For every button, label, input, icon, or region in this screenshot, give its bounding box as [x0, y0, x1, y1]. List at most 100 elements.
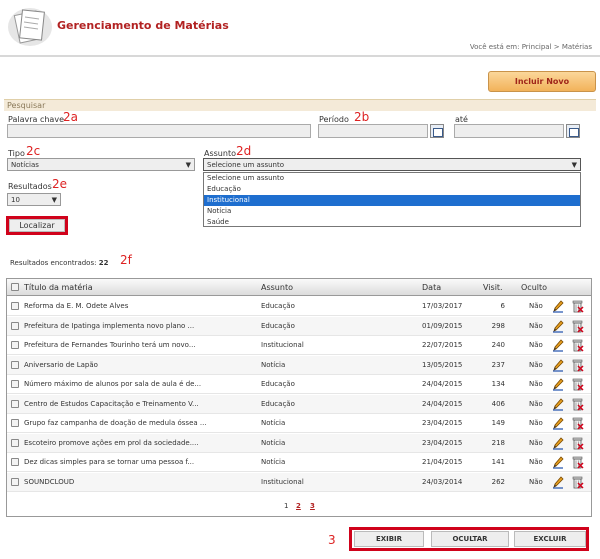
find-button[interactable]: Localizar	[9, 219, 65, 232]
row-checkbox[interactable]	[11, 419, 19, 427]
pencil-icon[interactable]	[552, 377, 564, 391]
table-row[interactable]: Prefeitura de Ipatinga implementa novo p…	[7, 316, 591, 336]
row-date: 22/07/2015	[422, 341, 463, 349]
pencil-icon[interactable]	[552, 436, 564, 450]
trash-icon[interactable]	[572, 358, 584, 372]
table-row[interactable]: Dez dicas simples para se tornar uma pes…	[7, 453, 591, 472]
trash-icon[interactable]	[572, 436, 584, 450]
pencil-icon[interactable]	[552, 299, 564, 313]
table-row[interactable]: SOUNDCLOUD Institucional 24/03/2014 262 Não	[7, 472, 591, 492]
page-link[interactable]: 2	[296, 502, 301, 510]
row-checkbox[interactable]	[11, 321, 19, 330]
page-link[interactable]: 3	[310, 502, 315, 510]
column-hidden[interactable]: Oculto	[521, 283, 547, 292]
row-hidden: Não	[529, 302, 543, 310]
results-count-label: Resultados encontrados:	[10, 259, 97, 267]
row-subject: Educação	[261, 380, 295, 388]
row-checkbox[interactable]	[11, 360, 19, 369]
results-table: Título da matéria Assunto Data Visit. Oc…	[6, 278, 592, 517]
column-subject[interactable]: Assunto	[261, 283, 293, 292]
column-title[interactable]: Título da matéria	[24, 283, 93, 292]
column-date[interactable]: Data	[422, 283, 441, 292]
row-hidden: Não	[529, 419, 543, 427]
table-row[interactable]: Escoteiro promove ações em prol da socie…	[7, 433, 591, 453]
trash-icon[interactable]	[572, 416, 584, 430]
trash-icon[interactable]	[572, 338, 584, 352]
row-title[interactable]: Escoteiro promove ações em prol da socie…	[24, 439, 199, 447]
documents-icon	[6, 3, 54, 47]
row-visits: 262	[491, 477, 505, 486]
row-visits: 134	[491, 380, 505, 388]
row-visits: 218	[491, 438, 505, 447]
row-subject: Notícia	[261, 419, 286, 427]
row-visits: 149	[491, 419, 505, 427]
trash-icon[interactable]	[572, 455, 584, 469]
row-checkbox[interactable]	[11, 380, 19, 388]
subject-select[interactable]: Selecione um assunto ▼	[203, 158, 581, 171]
trash-icon[interactable]	[572, 299, 584, 313]
row-title[interactable]: Reforma da E. M. Odete Alves	[24, 302, 128, 310]
delete-button[interactable]: EXCLUIR	[514, 531, 586, 547]
row-checkbox[interactable]	[11, 477, 19, 486]
pencil-icon[interactable]	[552, 319, 564, 333]
subject-option[interactable]: Notícia	[204, 206, 580, 217]
trash-icon[interactable]	[572, 397, 584, 411]
trash-icon[interactable]	[572, 377, 584, 391]
breadcrumb: Você está em: Principal > Matérias	[469, 43, 592, 51]
annotation-3: 3	[328, 533, 336, 547]
row-title[interactable]: Centro de Estudos Capacitação e Treiname…	[24, 400, 199, 408]
row-hidden: Não	[529, 438, 543, 447]
period-start-input[interactable]	[318, 124, 428, 138]
table-row[interactable]: Reforma da E. M. Odete Alves Educação 17/0…	[7, 297, 591, 316]
chevron-down-icon: ▼	[51, 196, 57, 204]
pencil-icon[interactable]	[552, 416, 564, 430]
subject-label: Assunto	[204, 149, 236, 158]
pencil-icon[interactable]	[552, 397, 564, 411]
trash-icon[interactable]	[572, 475, 584, 489]
pencil-icon[interactable]	[552, 358, 564, 372]
table-row[interactable]: Grupo faz campanha de doação de medula ó…	[7, 414, 591, 433]
pencil-icon[interactable]	[552, 475, 564, 489]
row-checkbox[interactable]	[11, 458, 19, 466]
row-title[interactable]: Prefeitura de Ipatinga implementa novo p…	[24, 322, 194, 330]
period-end-input[interactable]	[454, 124, 564, 138]
table-row[interactable]: Número máximo de alunos por sala de aula…	[7, 375, 591, 394]
row-checkbox[interactable]	[11, 341, 19, 349]
search-section-header: Pesquisar	[4, 99, 596, 111]
column-visits[interactable]: Visit.	[483, 283, 503, 292]
row-checkbox[interactable]	[11, 302, 19, 310]
row-title[interactable]: SOUNDCLOUD	[24, 478, 74, 486]
show-button[interactable]: EXIBIR	[354, 531, 424, 547]
row-hidden: Não	[529, 458, 543, 466]
row-title[interactable]: Prefeitura de Fernandes Tourinho terá um…	[24, 341, 196, 349]
table-row[interactable]: Centro de Estudos Capacitação e Treiname…	[7, 394, 591, 414]
calendar-icon[interactable]	[566, 124, 580, 138]
row-visits: 406	[491, 399, 505, 408]
row-title[interactable]: Dez dicas simples para se tornar uma pes…	[24, 458, 194, 466]
hide-button[interactable]: OCULTAR	[431, 531, 509, 547]
row-date: 21/04/2015	[422, 458, 463, 466]
type-label: Tipo	[8, 149, 25, 158]
subject-option[interactable]: Saúde	[204, 217, 580, 228]
results-per-page-select[interactable]: 10 ▼	[7, 193, 61, 206]
table-row[interactable]: Aniversario de Lapão Notícia 13/05/2015 237…	[7, 355, 591, 375]
page-link-current[interactable]: 1	[284, 502, 288, 510]
subject-option[interactable]: Educação	[204, 184, 580, 195]
subject-option[interactable]: Selecione um assunto	[204, 173, 580, 184]
row-title[interactable]: Número máximo de alunos por sala de aula…	[24, 380, 201, 388]
row-title[interactable]: Aniversario de Lapão	[24, 361, 98, 369]
trash-icon[interactable]	[572, 319, 584, 333]
select-all-checkbox[interactable]	[11, 283, 19, 291]
type-select[interactable]: Notícias ▼	[7, 158, 195, 171]
calendar-icon[interactable]	[430, 124, 444, 138]
row-title[interactable]: Grupo faz campanha de doação de medula ó…	[24, 419, 207, 427]
pencil-icon[interactable]	[552, 338, 564, 352]
keyword-input[interactable]	[7, 124, 311, 138]
pencil-icon[interactable]	[552, 455, 564, 469]
row-checkbox[interactable]	[11, 399, 19, 408]
subject-option-highlighted[interactable]: Institucional	[204, 195, 580, 206]
add-new-button[interactable]: Incluir Novo	[488, 71, 596, 92]
row-checkbox[interactable]	[11, 438, 19, 447]
table-row[interactable]: Prefeitura de Fernandes Tourinho terá um…	[7, 336, 591, 355]
annotation-2d: 2d	[236, 144, 252, 158]
